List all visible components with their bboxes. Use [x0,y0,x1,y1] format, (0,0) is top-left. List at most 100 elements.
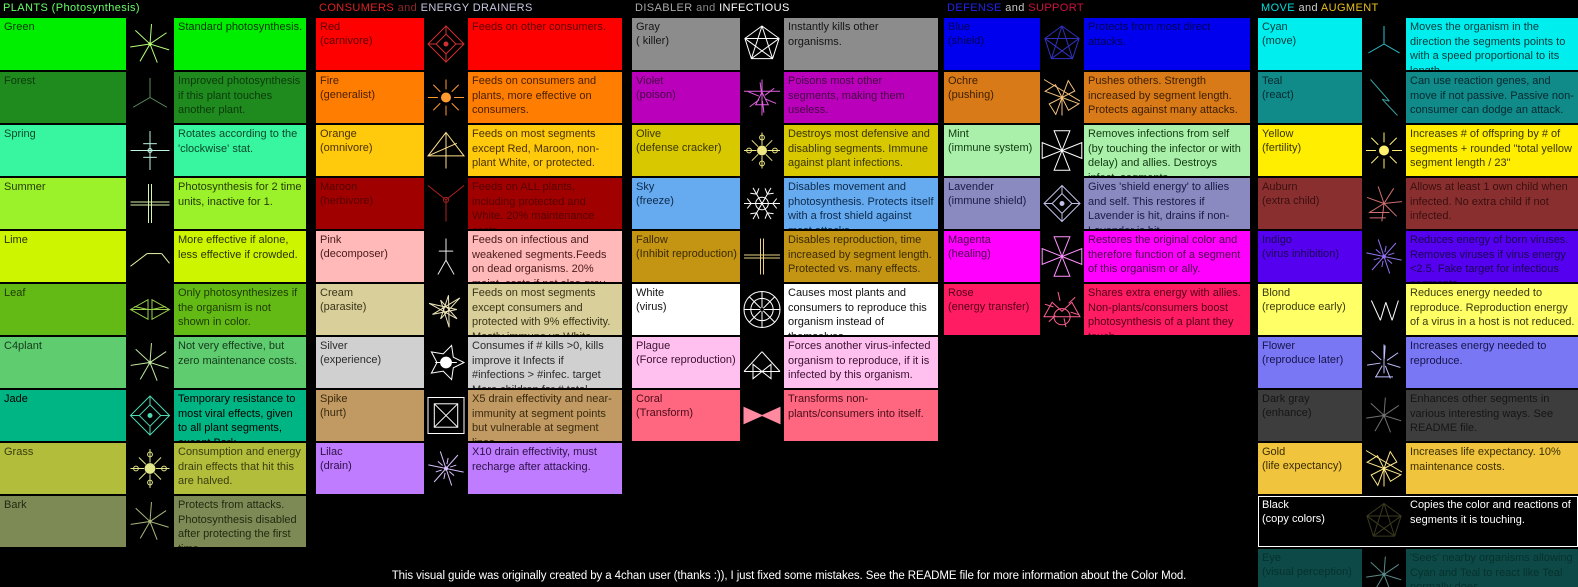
column-header-disabler: DISABLER and INFECTIOUS [632,0,938,16]
segment-name: Silver (experience) [316,337,424,388]
segment-row: Spike (hurt) X5 drain effectivity and near… [316,390,622,441]
segment-name-sub: (omnivore) [320,142,373,154]
segment-name-sub: (move) [1262,35,1297,47]
segment-row: Mint (immune system) Removes infections fr… [944,125,1250,176]
segment-row-list: Green Standard photosynthesis. Forest Impro… [0,18,306,547]
segment-name-sub: (enhance) [1262,407,1312,419]
segment-description: Feeds on consumers and plants, more effe… [472,75,597,117]
segment-shape-icon [740,125,784,176]
segment-name-main: Summer [4,181,46,193]
segment-description: Allows at least 1 own child when infecte… [1410,181,1568,223]
segment-name-sub: (reproduce later) [1262,354,1344,366]
column-header-part: INFECTIOUS [719,2,790,14]
segment-row: Silver (experience) Consumes if # kills >0… [316,337,622,388]
segment-shape-icon [126,125,174,176]
segment-name-sub: (react) [1262,89,1294,101]
segment-description: Temporary resistance to most viral effec… [178,393,296,441]
segment-name: Magenta (healing) [944,231,1040,282]
segment-name: Maroon (herbivore) [316,178,424,229]
segment-row: Violet (poison) Poisons most other segment… [632,72,938,123]
segment-name-sub: (virus inhibition) [1262,248,1340,260]
segment-shape-icon [424,72,468,123]
segment-description: Increases # of offspring by # of segment… [1410,128,1572,170]
segment-description: Increases life expectancy. 10% maintenan… [1410,446,1561,473]
segment-name-main: Green [4,21,35,33]
segment-description: Destroys most defensive and disabling se… [788,128,930,170]
segment-name-sub: (life expectancy) [1262,460,1343,472]
segment-row: Gold (life expectancy) Increases life expe… [1258,443,1578,494]
segment-shape-icon [126,496,174,547]
segment-name-sub: (poison) [636,89,676,101]
segment-row-list: Blue (shield) Protects from most direct at… [944,18,1250,335]
segment-name: Lavender (immune shield) [944,178,1040,229]
segment-description: Gives 'shield energy' to allies and self… [1088,181,1230,229]
segment-row: Olive (defense cracker) Destroys most defe… [632,125,938,176]
column-header-defense: DEFENSE and SUPPORT [944,0,1250,16]
segment-name: Summer [0,178,126,229]
segment-description: Feeds on other consumers. [472,21,606,33]
segment-name-main: Forest [4,75,36,87]
segment-description: Improved photosynthesis if this plant to… [178,75,301,117]
segment-row: Magenta (healing) Restores the original co… [944,231,1250,282]
segment-shape-icon [1040,231,1084,282]
segment-name-sub: (experience) [320,354,382,366]
segment-name-main: Teal [1262,75,1283,87]
segment-shape-icon [1362,231,1406,282]
segment-name-sub: (defense cracker) [636,142,722,154]
segment-row: Lavender (immune shield) Gives 'shield ene… [944,178,1250,229]
column-header-part: and [397,2,421,14]
segment-shape-icon [424,125,468,176]
segment-description: Photosynthesis for 2 time units, inactiv… [178,181,302,208]
segment-name-main: Orange [320,128,357,140]
segment-shape-icon [126,337,174,388]
segment-description: Rotates according to the 'clockwise' sta… [178,128,298,155]
segment-row: White (virus) Causes most plants and consu… [632,284,938,335]
segment-shape-icon [1362,72,1406,123]
segment-name: Spring [0,125,126,176]
category-column-defense: DEFENSE and SUPPORT Blue (shield) Protects … [944,0,1250,337]
segment-name-sub: (copy colors) [1262,513,1325,525]
segment-shape-icon [126,231,174,282]
segment-description: More effective if alone, less effective … [178,234,298,261]
segment-description: Feeds on most segments except consumers … [472,287,611,335]
segment-description: Causes most plants and consumers to repr… [788,287,927,335]
segment-name-sub: (decomposer) [320,248,388,260]
segment-name: Lilac (drain) [316,443,424,494]
column-header-part: MOVE [1261,2,1299,14]
category-column-disabler: DISABLER and INFECTIOUS Gray ( killer) Inst… [632,0,938,443]
segment-name-main: Indigo [1262,234,1292,246]
segment-name-main: Fire [320,75,339,87]
segment-shape-icon [740,72,784,123]
segment-row: Dark gray (enhance) Enhances other segment… [1258,390,1578,441]
segment-name-sub: (fertility) [1262,142,1302,154]
segment-name-main: Flower [1262,340,1296,352]
segment-name: Ochre (pushing) [944,72,1040,123]
segment-description: Protects from attacks. Photosynthesis di… [178,499,297,547]
segment-row: Lime More effective if alone, less effect… [0,231,306,282]
segment-name: Teal (react) [1258,72,1362,123]
segment-name-sub: (generalist) [320,89,376,101]
segment-name-main: Maroon [320,181,358,193]
color-mod-segment-guide: PLANTS (Photosynthesis) Green Standard pho… [0,0,1578,587]
segment-name-main: Jade [4,393,28,405]
segment-shape-icon [1040,18,1084,70]
segment-description: Removes infections from self (by touchin… [1088,128,1241,176]
segment-description: Reduces energy needed to reproduce. Repr… [1410,287,1575,329]
segment-name: Pink (decomposer) [316,231,424,282]
segment-description: Feeds on infectious and weakened segment… [472,234,608,282]
segment-shape-icon [1040,125,1084,176]
segment-shape-icon [126,284,174,335]
segment-name: Orange (omnivore) [316,125,424,176]
segment-description: Can use reaction genes, and move if not … [1410,75,1574,117]
segment-name: Leaf [0,284,126,335]
category-column-plants: PLANTS (Photosynthesis) Green Standard pho… [0,0,306,549]
segment-row: Teal (react) Can use reaction genes, and m… [1258,72,1578,123]
segment-name-main: Spike [320,393,348,405]
segment-row: Plague (Force reproduction) Forces another… [632,337,938,388]
segment-name: Jade [0,390,126,441]
segment-name-sub: (carnivore) [320,35,373,47]
segment-name-main: White [636,287,665,299]
segment-row-list: Gray ( killer) Instantly kills other organ… [632,18,938,441]
segment-name-main: Silver [320,340,348,352]
segment-row: Green Standard photosynthesis. [0,18,306,70]
